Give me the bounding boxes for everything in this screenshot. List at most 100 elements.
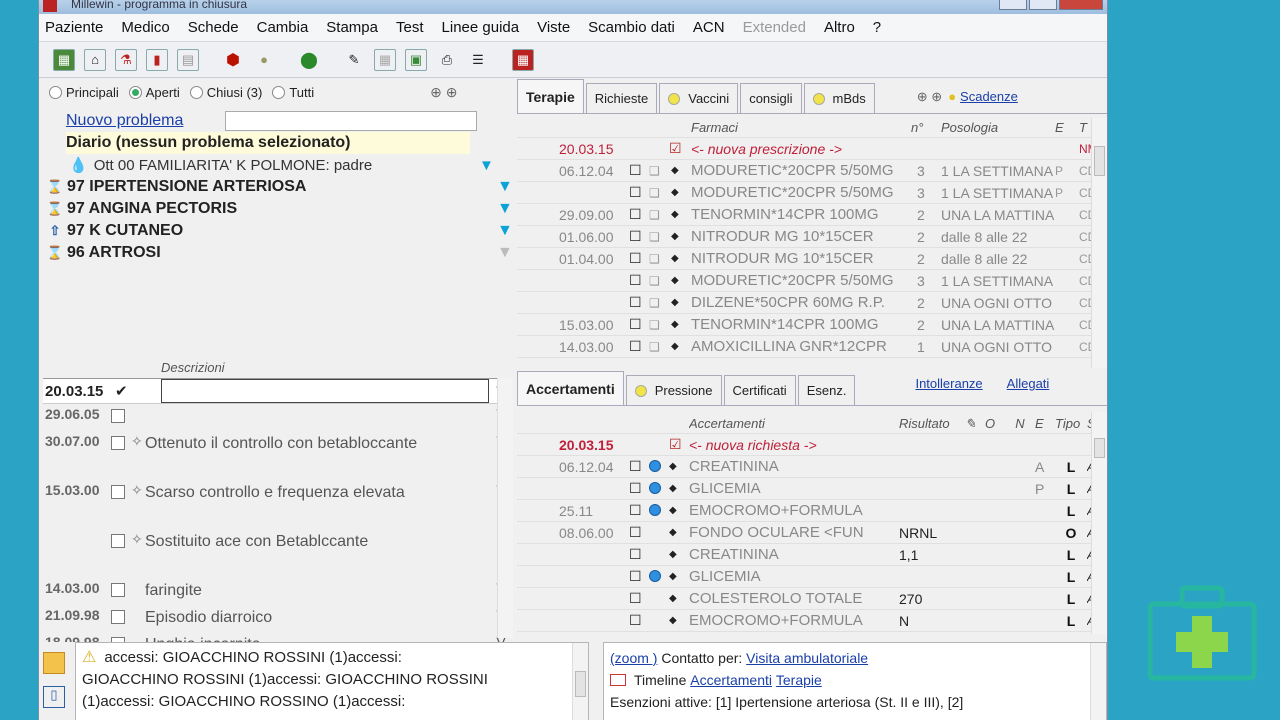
therapy-checkbox[interactable]: ☐ bbox=[629, 338, 649, 355]
diary-row[interactable]: 14.03.00faringiteV bbox=[43, 578, 513, 605]
calculator-icon[interactable]: ▦ bbox=[512, 48, 534, 71]
diary-checkbox[interactable] bbox=[111, 610, 125, 624]
tab-consigli[interactable]: consigli bbox=[740, 83, 802, 113]
pen-icon[interactable]: ✎ bbox=[343, 49, 365, 71]
exam-row[interactable]: ☐◆COLESTEROLO TOTALE270LA bbox=[517, 588, 1107, 610]
exam-checkbox[interactable]: ☐ bbox=[629, 568, 649, 585]
alerts-scrollbar[interactable] bbox=[572, 643, 588, 720]
familiarity-row[interactable]: 💧 Ott 00 FAMILIARITA' K POLMONE: padre ▼ bbox=[69, 154, 513, 176]
new-problem-link[interactable]: Nuovo problema bbox=[66, 112, 183, 130]
pot-icon[interactable]: ● bbox=[253, 49, 275, 71]
diary-entry-input[interactable] bbox=[161, 379, 489, 403]
tab-vaccini[interactable]: Vaccini bbox=[659, 83, 739, 113]
tab-richieste[interactable]: Richieste bbox=[585, 83, 658, 113]
filter-icon[interactable]: ▼ bbox=[497, 222, 513, 239]
tab-pressione[interactable]: Pressione bbox=[625, 375, 722, 405]
tab-accertamenti[interactable]: Accertamenti bbox=[517, 371, 624, 405]
exam-row[interactable]: ☐◆EMOCROMO+FORMULANLA bbox=[517, 610, 1107, 632]
exam-row[interactable]: ☐◆GLICEMIALA bbox=[517, 566, 1107, 588]
minimize-button[interactable] bbox=[999, 0, 1027, 10]
diary-checkbox[interactable] bbox=[111, 534, 125, 548]
printer-icon[interactable]: ⎙ bbox=[436, 49, 458, 71]
diary-checkbox[interactable] bbox=[111, 583, 125, 597]
chart-icon[interactable]: ▤ bbox=[177, 48, 199, 71]
menu-test[interactable]: Test bbox=[396, 19, 424, 36]
tab-mbds[interactable]: mBds bbox=[803, 83, 875, 113]
therapy-new-row[interactable]: 20.03.15 ☑ <- nuova prescrizione -> NM bbox=[517, 138, 1107, 160]
filter-aperti[interactable]: Aperti bbox=[128, 85, 180, 100]
filter-icon[interactable]: ▼ bbox=[497, 244, 513, 261]
menu-medico[interactable]: Medico bbox=[121, 19, 169, 36]
therapy-scrollbar[interactable] bbox=[1091, 118, 1107, 368]
timeline-terapie-link[interactable]: Terapie bbox=[776, 669, 822, 691]
menu-stampa[interactable]: Stampa bbox=[326, 19, 378, 36]
diary-checkbox[interactable] bbox=[111, 485, 125, 499]
therapy-checkbox[interactable]: ☐ bbox=[629, 184, 649, 201]
money-bag-icon[interactable]: ⬤ bbox=[298, 49, 320, 71]
diary-checkbox[interactable] bbox=[111, 409, 125, 423]
filter-principali[interactable]: Principali bbox=[49, 85, 119, 100]
exam-row[interactable]: 06.12.04☐◆CREATININAALA bbox=[517, 456, 1107, 478]
menu-linee-guida[interactable]: Linee guida bbox=[442, 19, 520, 36]
therapy-checkbox[interactable]: ☐ bbox=[629, 206, 649, 223]
problem-item[interactable]: ⌛ 96 ARTROSI ▼ bbox=[43, 242, 513, 264]
diary-row[interactable]: 29.06.05V bbox=[43, 404, 513, 431]
therapy-checkbox[interactable]: ☐ bbox=[629, 250, 649, 267]
tab-certificati[interactable]: Certificati bbox=[723, 375, 796, 405]
diary-row[interactable]: 30.07.00 ✧ Ottenuto il controllo con betab… bbox=[43, 431, 513, 480]
stop-icon[interactable]: ⬢ bbox=[222, 49, 244, 71]
exam-row[interactable]: ☐◆CREATININA1,1LA bbox=[517, 544, 1107, 566]
stack-icon[interactable]: ☰ bbox=[467, 49, 489, 71]
problem-search-input[interactable] bbox=[225, 111, 478, 131]
menu-altro[interactable]: Altro bbox=[824, 19, 855, 36]
allegati-link[interactable]: Allegati bbox=[1007, 376, 1050, 391]
therapy-row[interactable]: 01.06.00 ☐ ❑ ◆ NITRODUR MG 10*15CER 2 dalle 8 … bbox=[517, 226, 1107, 248]
menu-extended[interactable]: Extended bbox=[743, 19, 806, 36]
zoom-link[interactable]: (zoom ) bbox=[610, 650, 657, 666]
menu-paziente[interactable]: Paziente bbox=[45, 19, 103, 36]
exam-checkbox[interactable]: ☐ bbox=[629, 546, 649, 563]
therapy-checkbox[interactable]: ☐ bbox=[629, 316, 649, 333]
diary-checkbox[interactable] bbox=[111, 436, 125, 450]
filter-chiusi[interactable]: Chiusi (3) bbox=[189, 85, 262, 100]
diary-row[interactable]: 21.09.98Episodio diarroicoV bbox=[43, 605, 513, 632]
therapy-row[interactable]: 01.04.00 ☐ ❑ ◆ NITRODUR MG 10*15CER 2 dalle 8 … bbox=[517, 248, 1107, 270]
close-button[interactable] bbox=[1059, 0, 1103, 10]
exam-checkbox[interactable]: ☐ bbox=[629, 590, 649, 607]
filter-icon[interactable]: ▼ bbox=[479, 157, 494, 174]
problem-item[interactable]: ⌛ 97 IPERTENSIONE ARTERIOSA ▼ bbox=[43, 176, 513, 198]
therapy-row[interactable]: 14.03.00 ☐ ❑ ◆ AMOXICILLINA GNR*12CPR 1 UNA OG… bbox=[517, 336, 1107, 358]
therapy-row[interactable]: ☐ ❑ ◆ MODURETIC*20CPR 5/50MG 3 1 LA SETTIMANA… bbox=[517, 182, 1107, 204]
grid-icon[interactable]: ▦ bbox=[374, 48, 396, 71]
book-icon[interactable]: ▯ bbox=[43, 686, 65, 708]
diary-row[interactable]: 15.03.00 ✧ Scarso controllo e frequenza el… bbox=[43, 480, 513, 529]
menu-viste[interactable]: Viste bbox=[537, 19, 570, 36]
exam-checkbox[interactable]: ☐ bbox=[629, 524, 649, 541]
exams-new-row[interactable]: 20.03.15 ☑ <- nuova richiesta -> bbox=[517, 434, 1107, 456]
problem-item[interactable]: ⌛ 97 ANGINA PECTORIS ▼ bbox=[43, 198, 513, 220]
therapy-row[interactable]: 06.12.04 ☐ ❑ ◆ MODURETIC*20CPR 5/50MG 3 1 LA S… bbox=[517, 160, 1107, 182]
timeline-accertamenti-link[interactable]: Accertamenti bbox=[690, 669, 772, 691]
notes-icon[interactable] bbox=[43, 652, 65, 674]
exam-checkbox[interactable]: ☐ bbox=[629, 480, 649, 497]
intolleranze-link[interactable]: Intolleranze bbox=[915, 376, 982, 391]
tab-terapie[interactable]: Terapie bbox=[517, 79, 584, 113]
filter-icon[interactable]: ▼ bbox=[497, 200, 513, 217]
menu-schede[interactable]: Schede bbox=[188, 19, 239, 36]
menu-acn[interactable]: ACN bbox=[693, 19, 725, 36]
therapy-checkbox[interactable]: ☐ bbox=[629, 272, 649, 289]
menu-[interactable]: ? bbox=[873, 19, 881, 36]
exam-row[interactable]: 25.11☐◆EMOCROMO+FORMULALA bbox=[517, 500, 1107, 522]
therapy-checkbox[interactable]: ☐ bbox=[629, 294, 649, 311]
bank-icon[interactable]: ⌂ bbox=[84, 48, 106, 71]
filter-icon[interactable]: ▼ bbox=[497, 178, 513, 195]
check-icon[interactable]: ☑ bbox=[629, 436, 689, 453]
diary-selected[interactable]: Diario (nessun problema selezionato) bbox=[66, 132, 470, 154]
bottle-icon[interactable]: ▮ bbox=[146, 48, 168, 71]
diary-row[interactable]: ✧Sostituito ace con BetablccanteP bbox=[43, 529, 513, 578]
menu-scambio-dati[interactable]: Scambio dati bbox=[588, 19, 675, 36]
patient-icon[interactable]: ▦ bbox=[53, 48, 75, 71]
maximize-button[interactable] bbox=[1029, 0, 1057, 10]
check-icon[interactable]: ☑ bbox=[629, 140, 691, 157]
therapy-checkbox[interactable]: ☐ bbox=[629, 162, 649, 179]
